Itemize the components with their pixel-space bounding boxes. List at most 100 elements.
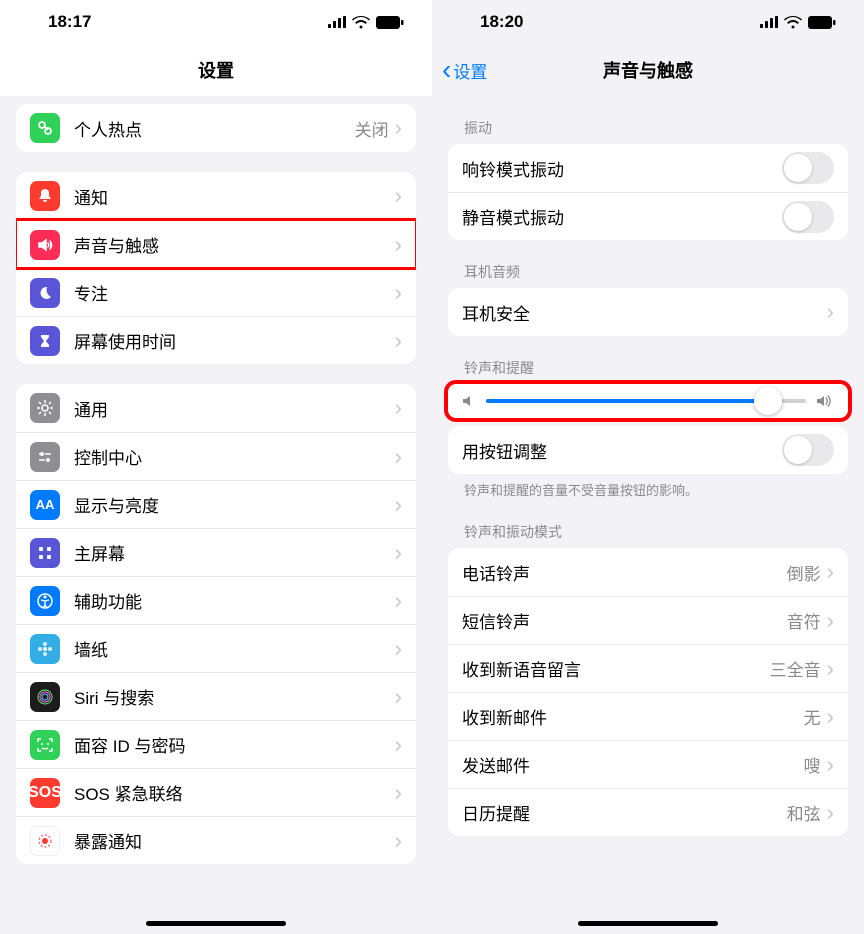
row-label: 用按钮调整 [462, 438, 782, 463]
row-label: 收到新语音留言 [462, 656, 770, 681]
faceid-icon [30, 730, 60, 760]
slider-track[interactable] [486, 399, 806, 403]
chevron-right-icon: › [395, 830, 402, 852]
chevron-right-icon: › [395, 397, 402, 419]
sliders-icon [30, 442, 60, 472]
row-ring-vibrate[interactable]: 响铃模式振动 [448, 144, 848, 192]
chevron-right-icon: › [827, 561, 834, 583]
toggle-ring-vibrate[interactable] [782, 152, 834, 184]
status-bar: 18:17 [0, 0, 432, 44]
chevron-right-icon: › [827, 802, 834, 824]
signal-icon [328, 16, 346, 28]
chevron-right-icon: › [827, 754, 834, 776]
row-sounds-haptics[interactable]: 声音与触感 › [16, 220, 416, 268]
row-display-brightness[interactable]: AA 显示与亮度 › [16, 480, 416, 528]
row-label: 日历提醒 [462, 800, 787, 825]
text-size-icon: AA [30, 490, 60, 520]
slider-thumb[interactable] [754, 387, 782, 415]
row-voicemail[interactable]: 收到新语音留言 三全音 › [448, 644, 848, 692]
row-ringtone[interactable]: 电话铃声 倒影 › [448, 548, 848, 596]
nav-bar: 设置 [0, 44, 432, 96]
row-label: 个人热点 [74, 116, 355, 141]
toggle-silent-vibrate[interactable] [782, 201, 834, 233]
row-notifications[interactable]: 通知 › [16, 172, 416, 220]
hotspot-icon [30, 113, 60, 143]
row-accessibility[interactable]: 辅助功能 › [16, 576, 416, 624]
wifi-icon [784, 16, 802, 29]
section-vibration: 振动 [464, 118, 832, 138]
group-notifications: 通知 › 声音与触感 › 专注 › 屏幕使用时间 › [16, 172, 416, 364]
row-value: 倒影 [787, 560, 821, 585]
row-label: 声音与触感 [74, 232, 395, 257]
gear-icon [30, 393, 60, 423]
row-wallpaper[interactable]: 墙纸 › [16, 624, 416, 672]
row-sent-mail[interactable]: 发送邮件 嗖 › [448, 740, 848, 788]
row-label: 显示与亮度 [74, 492, 395, 517]
section-headphone: 耳机音频 [464, 262, 832, 282]
wifi-icon [352, 16, 370, 29]
grid-icon [30, 538, 60, 568]
row-label: 电话铃声 [462, 560, 787, 585]
chevron-right-icon: › [395, 117, 402, 139]
row-label: 耳机安全 [462, 300, 827, 325]
chevron-right-icon: › [827, 610, 834, 632]
row-new-mail[interactable]: 收到新邮件 无 › [448, 692, 848, 740]
row-control-center[interactable]: 控制中心 › [16, 432, 416, 480]
exposure-icon [30, 826, 60, 856]
chevron-right-icon: › [395, 330, 402, 352]
accessibility-icon [30, 586, 60, 616]
nav-bar: ‹ 设置 声音与触感 [432, 44, 864, 96]
row-home-screen[interactable]: 主屏幕 › [16, 528, 416, 576]
section-ringer: 铃声和提醒 [464, 358, 832, 378]
row-label: 收到新邮件 [462, 704, 804, 729]
page-title: 声音与触感 [603, 57, 693, 83]
chevron-right-icon: › [395, 234, 402, 256]
volume-slider[interactable] [448, 384, 848, 418]
row-label: 面容 ID 与密码 [74, 732, 395, 757]
row-value: 音符 [787, 608, 821, 633]
back-label: 设置 [453, 58, 487, 83]
row-screen-time[interactable]: 屏幕使用时间 › [16, 316, 416, 364]
moon-icon [30, 278, 60, 308]
row-value: 关闭 [355, 116, 389, 141]
row-label: 静音模式振动 [462, 204, 782, 229]
row-calendar[interactable]: 日历提醒 和弦 › [448, 788, 848, 836]
speaker-low-icon [462, 394, 476, 408]
row-label: 通知 [74, 184, 395, 209]
group-sounds: 电话铃声 倒影 › 短信铃声 音符 › 收到新语音留言 三全音 › 收到新邮件 … [448, 548, 848, 836]
bell-icon [30, 181, 60, 211]
settings-screen: 18:17 设置 个人热点 关闭 › [0, 0, 432, 934]
chevron-right-icon: › [395, 185, 402, 207]
row-face-id[interactable]: 面容 ID 与密码 › [16, 720, 416, 768]
sounds-haptics-screen: 18:20 ‹ 设置 声音与触感 振动 响铃模式振动 静音模式振动 [432, 0, 864, 934]
hourglass-icon [30, 326, 60, 356]
row-personal-hotspot[interactable]: 个人热点 关闭 › [16, 104, 416, 152]
row-label: 暴露通知 [74, 828, 395, 853]
row-label: 辅助功能 [74, 588, 395, 613]
row-text-tone[interactable]: 短信铃声 音符 › [448, 596, 848, 644]
row-button-adjust[interactable]: 用按钮调整 [448, 426, 848, 474]
toggle-button-adjust[interactable] [782, 434, 834, 466]
home-indicator[interactable] [146, 921, 286, 926]
back-button[interactable]: ‹ 设置 [442, 56, 487, 84]
row-focus[interactable]: 专注 › [16, 268, 416, 316]
row-sos[interactable]: SOS SOS 紧急联络 › [16, 768, 416, 816]
status-time: 18:20 [480, 12, 523, 32]
home-indicator[interactable] [578, 921, 718, 926]
row-general[interactable]: 通用 › [16, 384, 416, 432]
row-label: 控制中心 [74, 444, 395, 469]
row-label: 主屏幕 [74, 540, 395, 565]
row-headphone-safety[interactable]: 耳机安全 › [448, 288, 848, 336]
row-silent-vibrate[interactable]: 静音模式振动 [448, 192, 848, 240]
row-label: 短信铃声 [462, 608, 787, 633]
siri-icon [30, 682, 60, 712]
chevron-right-icon: › [395, 446, 402, 468]
row-label: 专注 [74, 280, 395, 305]
row-label: 响铃模式振动 [462, 156, 782, 181]
chevron-right-icon: › [395, 542, 402, 564]
page-title: 设置 [198, 57, 234, 83]
chevron-right-icon: › [395, 282, 402, 304]
row-siri-search[interactable]: Siri 与搜索 › [16, 672, 416, 720]
group-general: 通用 › 控制中心 › AA 显示与亮度 › 主屏幕 › 辅助功能 [16, 384, 416, 864]
row-exposure[interactable]: 暴露通知 › [16, 816, 416, 864]
